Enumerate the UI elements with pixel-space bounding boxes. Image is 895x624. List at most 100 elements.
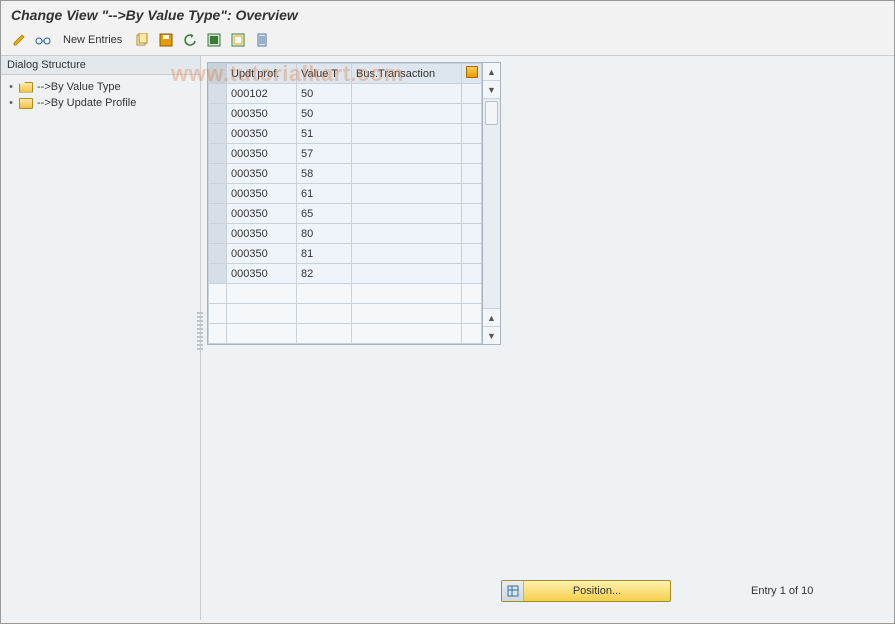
cell-pad	[462, 244, 482, 264]
row-selector[interactable]	[209, 164, 227, 184]
row-selector[interactable]	[209, 84, 227, 104]
table-row-empty: ...	[209, 304, 482, 324]
row-selector[interactable]	[209, 264, 227, 284]
main-panel: Updt prof. Value T Bus.Transaction 00010…	[201, 56, 894, 620]
data-grid[interactable]: Updt prof. Value T Bus.Transaction 00010…	[207, 62, 483, 345]
col-header-valt[interactable]: Value T	[297, 64, 352, 84]
cell-pad	[462, 84, 482, 104]
table-row-empty: ...	[209, 284, 482, 304]
scroll-track[interactable]	[483, 99, 500, 308]
row-selector[interactable]	[209, 124, 227, 144]
cell-updt[interactable]: 000350	[227, 124, 297, 144]
cell-bus[interactable]	[352, 104, 462, 124]
toggle-edit-icon[interactable]	[9, 31, 29, 49]
bullet-icon: •	[7, 97, 15, 109]
position-label: Position...	[524, 585, 670, 597]
select-all-icon[interactable]	[204, 31, 224, 49]
save-icon[interactable]	[156, 31, 176, 49]
table-row[interactable]: 00035050	[209, 104, 482, 124]
deselect-all-icon[interactable]	[228, 31, 248, 49]
scroll-up-bottom-icon[interactable]: ▲	[483, 308, 500, 326]
content-area: Dialog Structure • -->By Value Type • --…	[1, 56, 894, 620]
cell-bus[interactable]	[352, 264, 462, 284]
cell-updt[interactable]: 000350	[227, 204, 297, 224]
scroll-down-bottom-icon[interactable]: ▼	[483, 326, 500, 344]
tree-node-label: -->By Value Type	[37, 81, 121, 93]
tree-node-label: -->By Update Profile	[37, 97, 136, 109]
row-selector[interactable]	[209, 244, 227, 264]
cell-updt[interactable]: 000350	[227, 264, 297, 284]
cell-updt[interactable]: 000102	[227, 84, 297, 104]
folder-closed-icon	[19, 98, 33, 109]
table-row[interactable]: 00035061	[209, 184, 482, 204]
scroll-down-icon[interactable]: ▼	[483, 81, 500, 99]
scroll-thumb[interactable]	[485, 101, 498, 125]
table-row[interactable]: 00035065	[209, 204, 482, 224]
cell-bus[interactable]	[352, 144, 462, 164]
table-row[interactable]: 00035057	[209, 144, 482, 164]
splitter-handle[interactable]	[197, 312, 203, 352]
position-button[interactable]: Position...	[501, 580, 671, 602]
table-row[interactable]: 00035082	[209, 264, 482, 284]
glasses-icon[interactable]	[33, 31, 53, 49]
cell-updt[interactable]: 000350	[227, 184, 297, 204]
table-row[interactable]: 00010250	[209, 84, 482, 104]
cell-pad	[462, 124, 482, 144]
cell-bus[interactable]	[352, 184, 462, 204]
cell-pad	[462, 104, 482, 124]
cell-valt[interactable]: 50	[297, 84, 352, 104]
cell-valt[interactable]: 50	[297, 104, 352, 124]
cell-pad	[462, 224, 482, 244]
grid-corner[interactable]	[209, 64, 227, 84]
cell-bus[interactable]	[352, 224, 462, 244]
cell-valt[interactable]: 58	[297, 164, 352, 184]
configure-icon	[466, 66, 478, 78]
cell-bus[interactable]	[352, 84, 462, 104]
row-selector[interactable]	[209, 204, 227, 224]
cell-valt[interactable]: 80	[297, 224, 352, 244]
cell-valt[interactable]: 65	[297, 204, 352, 224]
cell-valt[interactable]: 81	[297, 244, 352, 264]
table-row[interactable]: 00035080	[209, 224, 482, 244]
cell-valt[interactable]: 82	[297, 264, 352, 284]
cell-updt[interactable]: 000350	[227, 244, 297, 264]
cell-updt[interactable]: 000350	[227, 224, 297, 244]
cell-bus[interactable]	[352, 124, 462, 144]
row-selector[interactable]	[209, 104, 227, 124]
new-entries-button[interactable]: New Entries	[57, 34, 128, 46]
page-title: Change View "-->By Value Type": Overview	[11, 7, 884, 23]
table-row-empty: ...	[209, 324, 482, 344]
row-selector[interactable]	[209, 224, 227, 244]
tree: • -->By Value Type • -->By Update Profil…	[1, 75, 200, 620]
table-row[interactable]: 00035081	[209, 244, 482, 264]
sidebar-header: Dialog Structure	[1, 56, 200, 75]
configure-columns-button[interactable]	[462, 64, 482, 84]
dialog-structure-panel: Dialog Structure • -->By Value Type • --…	[1, 56, 201, 620]
cell-pad	[462, 264, 482, 284]
tree-node-by-update-profile[interactable]: • -->By Update Profile	[5, 95, 196, 111]
bullet-icon: •	[7, 81, 15, 93]
vertical-scrollbar[interactable]: ▲ ▼ ▲ ▼	[483, 62, 501, 345]
col-header-updt[interactable]: Updt prof.	[227, 64, 297, 84]
tree-node-by-value-type[interactable]: • -->By Value Type	[5, 79, 196, 95]
cell-pad	[462, 144, 482, 164]
row-selector[interactable]	[209, 144, 227, 164]
cell-valt[interactable]: 61	[297, 184, 352, 204]
cell-updt[interactable]: 000350	[227, 164, 297, 184]
cell-bus[interactable]	[352, 244, 462, 264]
table-row[interactable]: 00035058	[209, 164, 482, 184]
undo-icon[interactable]	[180, 31, 200, 49]
copy-icon[interactable]	[132, 31, 152, 49]
cell-updt[interactable]: 000350	[227, 104, 297, 124]
cell-bus[interactable]	[352, 164, 462, 184]
cell-valt[interactable]: 51	[297, 124, 352, 144]
col-header-bus[interactable]: Bus.Transaction	[352, 64, 462, 84]
cell-valt[interactable]: 57	[297, 144, 352, 164]
cell-bus[interactable]	[352, 204, 462, 224]
table-row[interactable]: 00035051	[209, 124, 482, 144]
delete-icon[interactable]	[252, 31, 272, 49]
folder-open-icon	[19, 82, 33, 93]
scroll-up-icon[interactable]: ▲	[483, 63, 500, 81]
cell-updt[interactable]: 000350	[227, 144, 297, 164]
row-selector[interactable]	[209, 184, 227, 204]
